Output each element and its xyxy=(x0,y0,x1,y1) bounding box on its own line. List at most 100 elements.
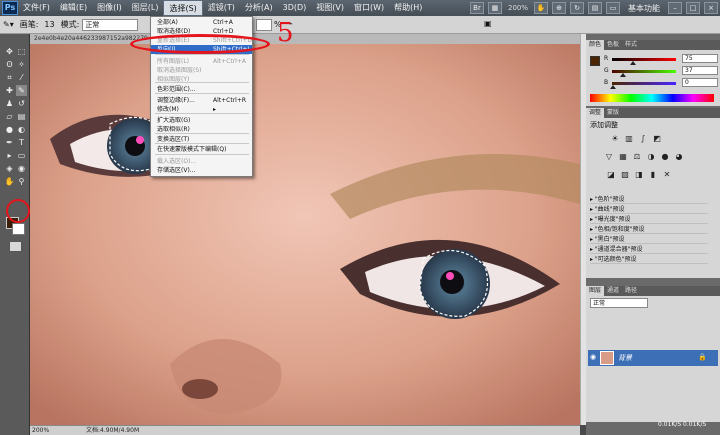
brush-tool-icon[interactable]: ✎ xyxy=(16,85,27,96)
zoom-level[interactable]: 200% xyxy=(508,4,528,12)
select-menu-item[interactable]: 存储选区(V)... xyxy=(151,166,252,175)
brush-tool-icon[interactable]: ✎▾ xyxy=(3,20,14,29)
eyedropper-icon[interactable]: ⁄ xyxy=(16,72,27,83)
vibrance-icon[interactable]: ▽ xyxy=(604,152,614,162)
threshold-icon[interactable]: ◨ xyxy=(634,170,644,180)
blue-value[interactable]: 0 xyxy=(682,78,718,87)
select-menu-item[interactable]: 在快速蒙版模式下编辑(Q) xyxy=(151,145,252,154)
crop-tool-icon[interactable]: ⌗ xyxy=(4,72,15,83)
tab-masks[interactable]: 蒙版 xyxy=(604,108,622,118)
black-white-icon[interactable]: ◑ xyxy=(646,152,656,162)
select-menu-item[interactable]: 全部(A) Ctrl+A xyxy=(151,18,252,27)
pen-tool-icon[interactable]: ✒ xyxy=(4,137,15,148)
healing-brush-icon[interactable]: ✚ xyxy=(4,85,15,96)
photo-canvas[interactable] xyxy=(30,44,580,425)
gradient-tool-icon[interactable]: ▤ xyxy=(16,111,27,122)
menu-help[interactable]: 帮助(H) xyxy=(389,0,427,16)
green-value[interactable]: 37 xyxy=(682,66,718,75)
3d-camera-icon[interactable]: ◉ xyxy=(16,163,27,174)
tablet-pressure-icon[interactable]: ▣ xyxy=(484,19,492,28)
quick-select-icon[interactable]: ✧ xyxy=(16,59,27,70)
menu-window[interactable]: 窗口(W) xyxy=(349,0,389,16)
dodge-tool-icon[interactable]: ◐ xyxy=(16,124,27,135)
blend-mode-select[interactable]: 正常 xyxy=(590,298,648,308)
fg-color-chip[interactable] xyxy=(590,56,600,66)
brush-size[interactable]: 13 xyxy=(44,20,54,29)
menu-file[interactable]: 文件(F) xyxy=(18,0,55,16)
photo-filter-icon[interactable]: ● xyxy=(660,152,670,162)
red-value[interactable]: 75 xyxy=(682,54,718,63)
color-spectrum[interactable] xyxy=(590,94,714,102)
layer-row[interactable]: ◉ 背景 🔒 xyxy=(588,350,718,366)
tab-styles[interactable]: 样式 xyxy=(622,40,640,50)
preset-curves[interactable]: ▸ "曲线"预设 xyxy=(590,205,708,214)
preset-selective-color[interactable]: ▸ "可选颜色"预设 xyxy=(590,255,708,264)
zoom-tool-icon[interactable]: ⚲ xyxy=(16,176,27,187)
menu-image[interactable]: 图像(I) xyxy=(92,0,127,16)
select-menu-item[interactable]: 变换选区(T) xyxy=(151,135,252,144)
type-tool-icon[interactable]: T xyxy=(16,137,27,148)
menu-edit[interactable]: 编辑(E) xyxy=(55,0,92,16)
mode-select[interactable]: 正常 xyxy=(82,18,139,31)
status-zoom[interactable]: 200% xyxy=(32,426,49,435)
preset-exposure[interactable]: ▸ "曝光度"预设 xyxy=(590,215,708,224)
minimize-icon[interactable]: – xyxy=(668,2,682,14)
tab-layers[interactable]: 图层 xyxy=(586,286,605,296)
blur-tool-icon[interactable]: ● xyxy=(4,124,15,135)
maximize-icon[interactable]: □ xyxy=(686,2,700,14)
select-menu-item[interactable]: 扩大选取(G) xyxy=(151,116,252,125)
document-tab[interactable]: 2e4e0b4e20a446233987152a982279 xyxy=(30,34,580,44)
preset-black-white[interactable]: ▸ "黑白"预设 xyxy=(590,235,708,244)
select-menu-item[interactable]: 修改(M) ▸ xyxy=(151,105,252,114)
lasso-tool-icon[interactable]: ʘ xyxy=(4,59,15,70)
preset-hue-sat[interactable]: ▸ "色相/饱和度"预设 xyxy=(590,225,708,234)
selective-color-icon[interactable]: ✕ xyxy=(662,170,672,180)
menu-3d[interactable]: 3D(D) xyxy=(278,0,312,16)
quick-mask-button[interactable] xyxy=(9,241,22,252)
tab-channels[interactable]: 通道 xyxy=(604,286,622,296)
zoom-icon[interactable]: ⊕ xyxy=(552,2,566,14)
eye-icon[interactable]: ◉ xyxy=(590,353,596,361)
grid-icon[interactable]: ▦ xyxy=(487,2,502,14)
marquee-tool-icon[interactable]: ⬚ xyxy=(16,46,27,57)
gradient-map-icon[interactable]: ▮ xyxy=(648,170,658,180)
hand-icon[interactable]: ✋ xyxy=(534,2,548,14)
color-balance-icon[interactable]: ⚖ xyxy=(632,152,642,162)
arrange-icon[interactable]: ▤ xyxy=(588,2,602,14)
invert-icon[interactable]: ◪ xyxy=(606,170,616,180)
curves-icon[interactable]: ∫ xyxy=(638,134,648,144)
background-color-swatch[interactable] xyxy=(12,223,25,235)
levels-icon[interactable]: ▥ xyxy=(624,134,634,144)
menu-layer[interactable]: 图层(L) xyxy=(127,0,164,16)
preset-channel-mixer[interactable]: ▸ "通道混合器"预设 xyxy=(590,245,708,254)
opacity-field[interactable] xyxy=(256,19,272,31)
clone-stamp-icon[interactable]: ♟ xyxy=(4,98,15,109)
select-menu-item[interactable]: 色彩范围(C)... xyxy=(151,85,252,94)
3d-rotate-icon[interactable]: ◈ xyxy=(4,163,15,174)
hand-tool-icon[interactable]: ✋ xyxy=(4,176,15,187)
select-menu-item[interactable]: 选取相似(R) xyxy=(151,125,252,134)
path-select-icon[interactable]: ▸ xyxy=(4,150,15,161)
hue-sat-icon[interactable]: ▦ xyxy=(618,152,628,162)
history-brush-icon[interactable]: ↺ xyxy=(16,98,27,109)
bridge-icon[interactable]: Br xyxy=(469,2,484,14)
close-icon[interactable]: × xyxy=(704,2,718,14)
shape-tool-icon[interactable]: ▭ xyxy=(16,150,27,161)
menu-filter[interactable]: 滤镜(T) xyxy=(203,0,240,16)
preset-levels[interactable]: ▸ "色阶"预设 xyxy=(590,195,708,204)
tab-paths[interactable]: 路径 xyxy=(622,286,640,296)
select-menu-item[interactable]: 调整边缘(F)... Alt+Ctrl+R xyxy=(151,96,252,105)
brightness-icon[interactable]: ☀ xyxy=(610,134,620,144)
eraser-tool-icon[interactable]: ▱ xyxy=(4,111,15,122)
tab-adjustments[interactable]: 调整 xyxy=(586,108,605,118)
rotate-icon[interactable]: ↻ xyxy=(570,2,584,14)
screen-mode-icon[interactable]: ▭ xyxy=(606,2,620,14)
exposure-icon[interactable]: ◩ xyxy=(652,134,662,144)
move-tool-icon[interactable]: ✥ xyxy=(4,46,15,57)
tab-swatches[interactable]: 色板 xyxy=(604,40,622,50)
workspace-switcher[interactable]: 基本功能 xyxy=(628,3,660,14)
channel-mixer-icon[interactable]: ◕ xyxy=(674,152,684,162)
posterize-icon[interactable]: ▧ xyxy=(620,170,630,180)
menu-view[interactable]: 视图(V) xyxy=(311,0,349,16)
menu-select[interactable]: 选择(S) xyxy=(163,0,203,16)
